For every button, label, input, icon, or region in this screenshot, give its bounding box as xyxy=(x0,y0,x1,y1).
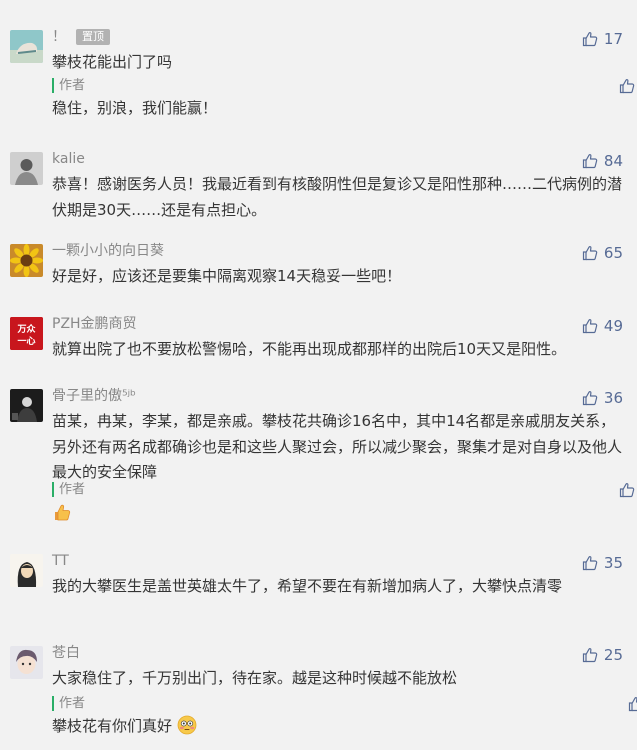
thumbs-up-icon xyxy=(582,555,598,571)
avatar-text: 一心 xyxy=(17,336,35,347)
comment-nickname: ！置顶 xyxy=(52,27,110,47)
avatar[interactable] xyxy=(10,389,43,422)
thumbs-up-icon xyxy=(582,390,598,406)
avatar[interactable] xyxy=(10,646,43,679)
avatar[interactable] xyxy=(10,30,43,63)
author-label: 作者 xyxy=(52,78,85,93)
comment-text: 恭喜！感谢医务人员！我最近看到有核酸阴性但是复诊又是阳性那种……二代病例的潜伏期… xyxy=(52,175,623,219)
like-button[interactable]: 65 xyxy=(582,242,623,264)
thumbs-up-icon xyxy=(582,153,598,169)
like-count: 25 xyxy=(603,646,623,664)
thumbs-up-emoji-icon xyxy=(55,504,71,521)
author-label: 作者 xyxy=(52,696,85,711)
comment-text: 苗某，冉某，李某，都是亲戚。攀枝花共确诊16名中，其中14名都是亲戚朋友关系，另… xyxy=(52,412,623,481)
like-button[interactable]: 36 xyxy=(582,387,623,409)
reply-text: 稳住，别浪，我们能赢！ xyxy=(52,99,218,117)
like-count: 84 xyxy=(603,152,623,170)
like-button[interactable]: 13 xyxy=(619,479,637,501)
like-button[interactable]: 58 xyxy=(619,75,637,97)
thumbs-up-icon xyxy=(619,78,635,94)
like-count: 65 xyxy=(603,244,623,262)
avatar[interactable] xyxy=(10,244,43,277)
thumbs-up-icon xyxy=(582,318,598,334)
like-count: 17 xyxy=(603,30,623,48)
comment-nickname: kalie xyxy=(52,151,85,167)
comment-nickname: 骨子里的傲⁵ʲᵇ xyxy=(52,388,137,404)
thumbs-up-icon xyxy=(582,245,598,261)
avatar-text: 万众 xyxy=(16,323,36,335)
like-count: 49 xyxy=(603,317,623,335)
thumbs-up-icon xyxy=(619,482,635,498)
comment-text: 大家稳住了，千万别出门，待在家。越是这种时候越不能放松 xyxy=(52,669,458,687)
flushed-face-emoji-icon xyxy=(177,715,197,735)
avatar[interactable]: 万众 一心 xyxy=(10,317,43,350)
thumbs-up-icon xyxy=(582,31,598,47)
like-button[interactable]: 84 xyxy=(582,150,623,172)
comment-text: 好是好，应该还是要集中隔离观察14天稳妥一些吧！ xyxy=(52,267,402,285)
avatar[interactable] xyxy=(10,554,43,587)
pinned-badge: 置顶 xyxy=(76,29,110,45)
reply-text: 攀枝花有你们真好 xyxy=(52,714,612,739)
comment-text: 就算出院了也不要放松警惕哈，不能再出现成都那样的出院后10天又是阳性。 xyxy=(52,340,567,358)
comment-nickname: 一颗小小的向日葵 xyxy=(52,243,164,259)
comment-text: 我的大攀医生是盖世英雄太牛了，希望不要在有新增加病人了，大攀快点清零 xyxy=(52,577,563,595)
comment-nickname: TT xyxy=(52,553,69,569)
avatar[interactable] xyxy=(10,152,43,185)
like-button[interactable]: 17 xyxy=(582,28,623,50)
author-label: 作者 xyxy=(52,482,85,497)
like-button[interactable]: 49 xyxy=(582,315,623,337)
thumbs-up-icon xyxy=(582,647,598,663)
like-count: 36 xyxy=(603,389,623,407)
comment-nickname: 苍白 xyxy=(52,645,80,661)
comment-text: 攀枝花能出门了吗 xyxy=(52,53,173,71)
thumbs-up-icon xyxy=(628,696,637,712)
like-count: 35 xyxy=(603,554,623,572)
comment-nickname: PZH金鹏商贸 xyxy=(52,316,137,332)
like-button[interactable]: 35 xyxy=(582,552,623,574)
like-button[interactable]: 9 xyxy=(628,693,637,715)
like-button[interactable]: 25 xyxy=(582,644,623,666)
reply-text xyxy=(52,502,612,527)
